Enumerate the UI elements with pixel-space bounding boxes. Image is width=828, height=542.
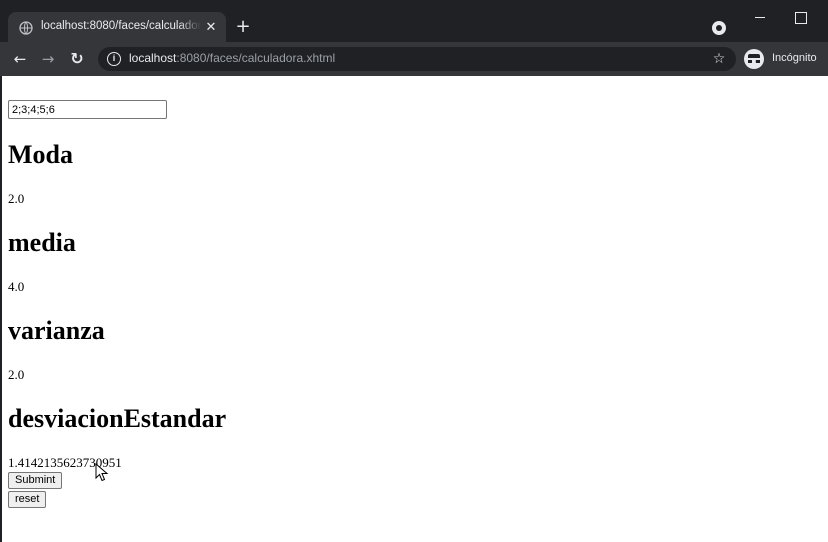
- url-path: :8080/faces/calculadora.xhtml: [176, 51, 336, 65]
- plus-icon[interactable]: +: [233, 17, 253, 37]
- mouse-cursor-icon: [95, 463, 109, 482]
- maximize-icon[interactable]: [791, 8, 809, 26]
- globe-icon: [19, 21, 33, 35]
- browser-chrome: localhost:8080/faces/calculadora.xhtml ✕…: [0, 0, 828, 76]
- browser-toolbar: ← → ↻ i localhost:8080/faces/calculadora…: [0, 42, 828, 76]
- tab-title: localhost:8080/faces/calculadora.xhtml: [41, 20, 201, 36]
- submit-button[interactable]: Submint: [8, 472, 63, 489]
- star-icon[interactable]: ☆: [709, 49, 729, 69]
- varianza-heading: varianza: [8, 316, 105, 345]
- media-value: 4.0: [8, 279, 25, 294]
- arrow-left-icon[interactable]: ←: [9, 48, 31, 70]
- varianza-value: 2.0: [8, 367, 25, 382]
- desviacion-estandar-heading: desviacionEstandar: [8, 404, 227, 433]
- moda-value: 2.0: [8, 191, 25, 206]
- reload-icon[interactable]: ↻: [66, 48, 88, 70]
- reset-button[interactable]: reset: [8, 491, 47, 508]
- minimize-icon[interactable]: [751, 8, 769, 26]
- incognito-icon: [744, 49, 764, 69]
- media-heading: media: [8, 228, 76, 257]
- extension-icon[interactable]: [712, 21, 726, 35]
- moda-heading: Moda: [8, 140, 73, 169]
- url-text[interactable]: localhost:8080/faces/calculadora.xhtml: [129, 51, 335, 67]
- numbers-input[interactable]: [8, 100, 167, 119]
- incognito-label: Incógnito: [772, 52, 817, 64]
- tab-strip: localhost:8080/faces/calculadora.xhtml ✕…: [0, 0, 828, 44]
- page-content: Moda 2.0 media 4.0 varianza 2.0 desviaci…: [0, 76, 828, 542]
- address-bar[interactable]: i localhost:8080/faces/calculadora.xhtml…: [98, 47, 736, 71]
- arrow-right-icon[interactable]: →: [37, 48, 59, 70]
- browser-tab[interactable]: localhost:8080/faces/calculadora.xhtml ✕: [8, 12, 226, 44]
- info-icon[interactable]: i: [107, 52, 121, 66]
- url-host: localhost: [129, 51, 177, 65]
- close-icon[interactable]: ✕: [203, 20, 219, 36]
